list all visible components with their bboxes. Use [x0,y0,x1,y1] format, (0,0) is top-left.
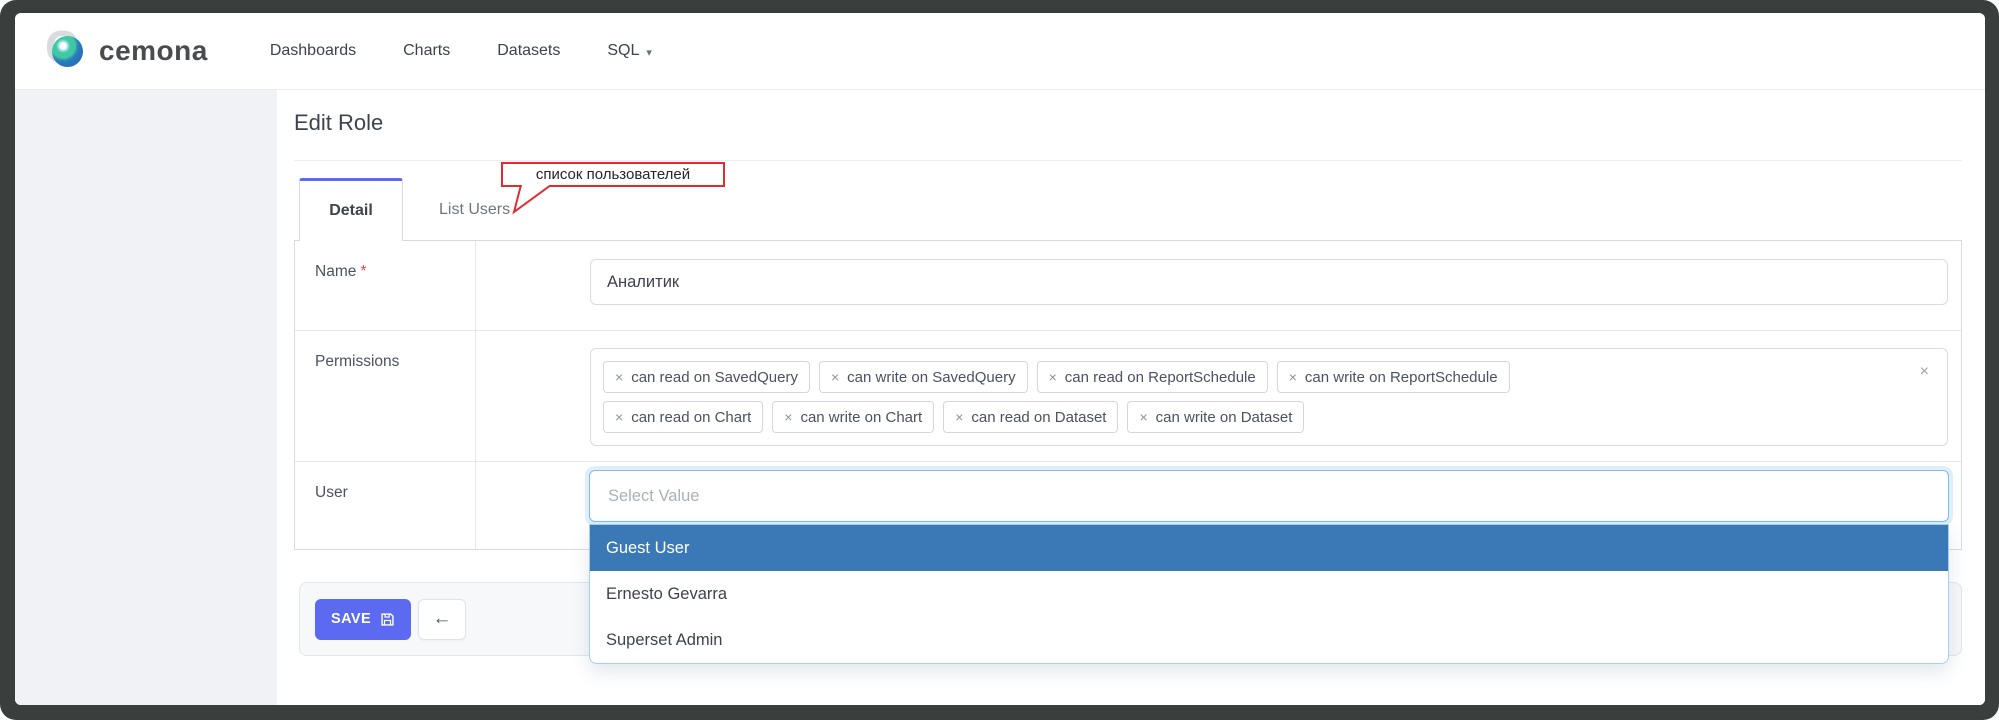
chip-remove-icon[interactable]: × [955,409,963,425]
permission-chip[interactable]: × can write on Dataset [1127,401,1304,433]
clear-all-icon[interactable]: × [1920,363,1929,381]
nav-item-datasets[interactable]: Datasets [497,42,560,60]
back-button[interactable]: ← [418,599,466,640]
caret-down-icon: ▾ [646,44,652,59]
permission-chip-label: can write on SavedQuery [847,369,1015,386]
chip-remove-icon[interactable]: × [615,369,623,385]
chip-remove-icon[interactable]: × [1139,409,1147,425]
chip-remove-icon[interactable]: × [615,409,623,425]
permissions-row: Permissions × can read on SavedQuery × can … [295,331,1961,462]
annotation-text: список пользователей [536,166,690,183]
nav-item-dashboards[interactable]: Dashboards [270,42,356,60]
name-input[interactable] [590,259,1948,305]
user-option-superset-admin[interactable]: Superset Admin [590,617,1948,663]
nav-item-label: Datasets [497,42,560,60]
tab-detail[interactable]: Detail [299,178,403,241]
top-navbar: C cemona Dashboards Charts Datasets SQL ▾ [15,13,1985,90]
nav-items: Dashboards Charts Datasets SQL ▾ [270,42,652,60]
annotation-callout: список пользователей [501,162,725,187]
name-label: Name* [295,241,476,330]
user-select-widget: Guest UserErnesto GevarraSuperset Admin [589,470,1949,664]
nav-item-label: Charts [403,42,450,60]
tab-list-users-label: List Users [439,201,510,219]
nav-item-sql[interactable]: SQL ▾ [607,42,652,60]
permissions-multiselect[interactable]: × can read on SavedQuery × can write on Sav… [590,348,1948,446]
user-option-ernesto-gevarra[interactable]: Ernesto Gevarra [590,571,1948,617]
permissions-label: Permissions [295,331,476,461]
content-panel: Edit Role список пользователей Detail Li… [277,90,1985,705]
brand-logo-icon: C [45,28,89,74]
permission-chip-label: can write on Chart [800,409,922,426]
permission-chip-label: can read on Dataset [971,409,1106,426]
permission-chip-label: can read on ReportSchedule [1065,369,1256,386]
chip-remove-icon[interactable]: × [831,369,839,385]
back-arrow-icon: ← [433,608,452,630]
required-asterisk: * [360,263,366,280]
permission-chip-label: can read on SavedQuery [631,369,798,386]
save-floppy-icon [380,612,395,627]
user-select-input[interactable] [606,486,1932,507]
save-button[interactable]: SAVE [315,599,411,640]
annotation-pointer [505,185,557,215]
app-screen: C cemona Dashboards Charts Datasets SQL ▾ Ed… [15,13,1985,705]
chip-row: × can read on SavedQuery × can write on Sav… [603,361,1903,393]
name-row: Name* [295,241,1961,331]
nav-item-charts[interactable]: Charts [403,42,450,60]
permissions-chip-rows: × can read on SavedQuery × can write on Sav… [603,361,1903,433]
nav-item-label: SQL [607,42,639,60]
chip-remove-icon[interactable]: × [1049,369,1057,385]
chip-remove-icon[interactable]: × [784,409,792,425]
brand-name: cemona [99,35,208,67]
chip-row: × can read on Chart × can write on Chart × ca… [603,401,1903,433]
permission-chip-label: can read on Chart [631,409,751,426]
permission-chip[interactable]: × can write on SavedQuery [819,361,1028,393]
brand-logo[interactable]: C cemona [45,28,208,74]
permission-chip-label: can write on Dataset [1156,409,1293,426]
nav-item-label: Dashboards [270,42,356,60]
permission-chip[interactable]: × can write on Chart [772,401,934,433]
user-label: User [295,462,476,549]
page-title: Edit Role [294,110,383,136]
main-area: Edit Role список пользователей Detail Li… [15,90,1985,705]
permission-chip-label: can write on ReportSchedule [1305,369,1498,386]
save-button-label: SAVE [331,611,371,627]
permission-chip[interactable]: × can read on SavedQuery [603,361,810,393]
permission-chip[interactable]: × can read on Dataset [943,401,1118,433]
chip-remove-icon[interactable]: × [1289,369,1297,385]
permission-chip[interactable]: × can read on ReportSchedule [1037,361,1268,393]
user-select[interactable] [589,470,1949,522]
title-divider [294,160,1962,161]
left-gutter [15,90,277,705]
user-dropdown: Guest UserErnesto GevarraSuperset Admin [589,524,1949,664]
globe-icon [52,36,83,67]
permission-chip[interactable]: × can write on ReportSchedule [1277,361,1510,393]
permission-chip[interactable]: × can read on Chart [603,401,763,433]
tab-detail-label: Detail [329,202,373,220]
window-frame: C cemona Dashboards Charts Datasets SQL ▾ Ed… [0,0,1999,720]
user-option-guest-user[interactable]: Guest User [590,525,1948,571]
